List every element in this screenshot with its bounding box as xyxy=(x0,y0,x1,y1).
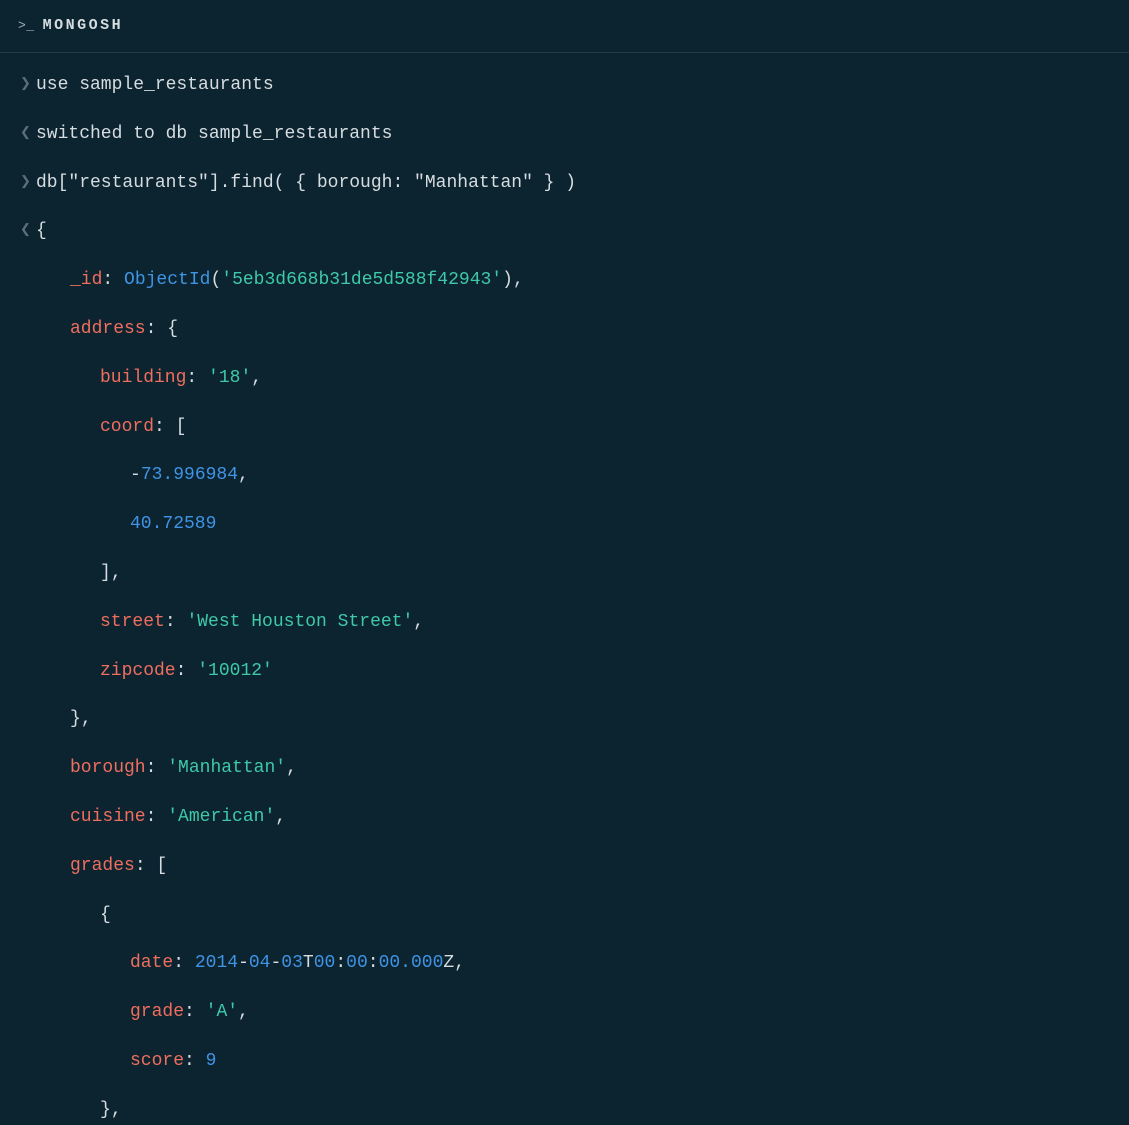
address-close: }, xyxy=(36,705,1109,734)
command-text: db["restaurants"].find( { borough: "Manh… xyxy=(36,169,576,198)
command-text: use sample_restaurants xyxy=(36,71,274,100)
output-line-1: switched to db sample_restaurants xyxy=(20,120,1109,149)
id-field: _id: ObjectId('5eb3d668b31de5d588f42943'… xyxy=(36,266,1109,295)
output-text: switched to db sample_restaurants xyxy=(36,120,392,149)
terminal-header: >_ MONGOSH xyxy=(0,0,1129,53)
command-line-2: db["restaurants"].find( { borough: "Manh… xyxy=(20,169,1109,198)
coord-open: coord: [ xyxy=(36,413,1109,442)
output-chevron-icon xyxy=(20,120,36,147)
brace-open: { xyxy=(36,217,47,246)
date-field: date: 2014-04-03T00:00:00.000Z, xyxy=(36,949,1109,978)
coord-1: 40.72589 xyxy=(36,510,1109,539)
coord-0: -73.996984, xyxy=(36,461,1109,490)
terminal-body[interactable]: use sample_restaurants switched to db sa… xyxy=(0,53,1129,1125)
command-line-1: use sample_restaurants xyxy=(20,71,1109,100)
prompt-chevron-icon xyxy=(20,169,36,196)
score-field: score: 9 xyxy=(36,1047,1109,1076)
grade-item-close: }, xyxy=(36,1096,1109,1125)
result-open: { xyxy=(20,217,1109,246)
street-field: street: 'West Houston Street', xyxy=(36,608,1109,637)
result-document: _id: ObjectId('5eb3d668b31de5d588f42943'… xyxy=(20,266,1109,1124)
address-open: address: { xyxy=(36,315,1109,344)
grade-field: grade: 'A', xyxy=(36,998,1109,1027)
zipcode-field: zipcode: '10012' xyxy=(36,657,1109,686)
shell-title: MONGOSH xyxy=(43,14,124,38)
borough-field: borough: 'Manhattan', xyxy=(36,754,1109,783)
building-field: building: '18', xyxy=(36,364,1109,393)
cuisine-field: cuisine: 'American', xyxy=(36,803,1109,832)
prompt-chevron-icon xyxy=(20,71,36,98)
grade-item-open: { xyxy=(36,901,1109,930)
coord-close: ], xyxy=(36,559,1109,588)
output-chevron-icon xyxy=(20,217,36,244)
prompt-icon: >_ xyxy=(18,16,35,37)
grades-open: grades: [ xyxy=(36,852,1109,881)
